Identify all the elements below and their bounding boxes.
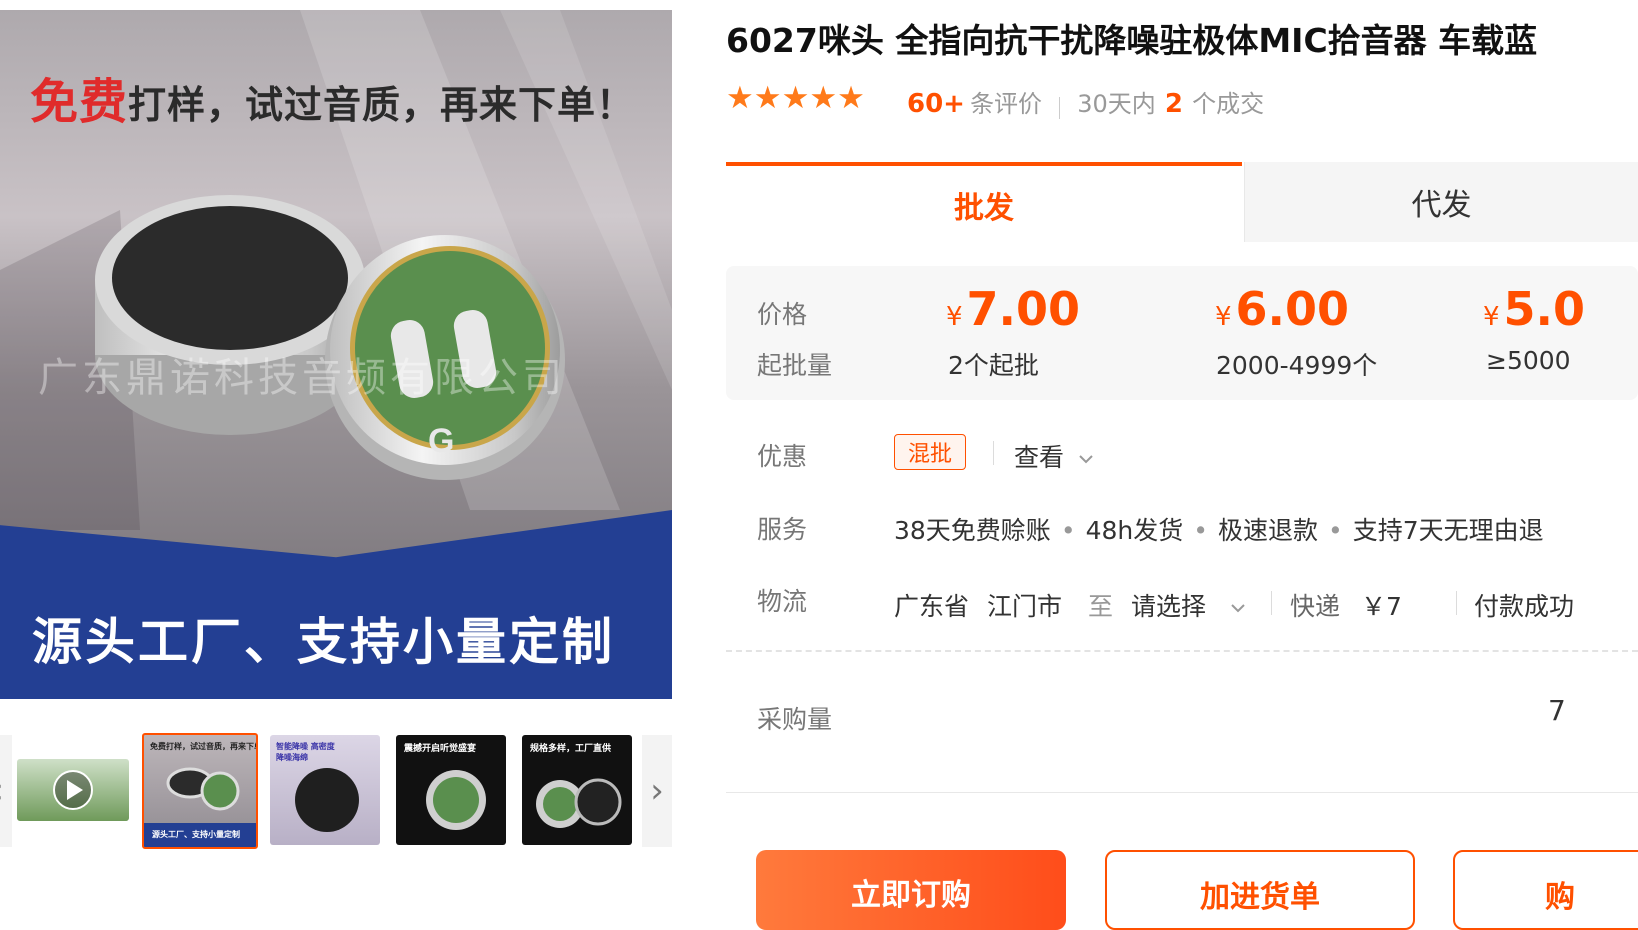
felt-cover xyxy=(112,206,348,350)
plus-marking: + xyxy=(465,305,485,343)
product-title: 6027咪头 全指向抗干扰降噪驻极体MIC拾音器 车载蓝 xyxy=(726,21,1538,60)
rating-stars-icon: ★★★★★ xyxy=(726,80,865,116)
thumb-3-top-text: 震撼开启听觉盛宴 xyxy=(404,744,477,754)
promo-view-text: 查看 xyxy=(1014,443,1065,472)
thumbnail-strip: ‹ 免费打样，试过音质，再来下单！ 源头工厂、支持小量定制 智能降噪 高密度降噪… xyxy=(0,733,672,849)
purchase-mode-tabs: 批发 代发 xyxy=(726,162,1638,244)
currency-symbol: ¥ xyxy=(946,302,963,332)
thumb-1-top-text: 免费打样，试过音质，再来下单！ xyxy=(150,742,258,751)
origin-province: 广东省 xyxy=(894,592,970,621)
tab-wholesale[interactable]: 批发 xyxy=(726,162,1242,244)
shipping-method: 快递 xyxy=(1290,592,1341,621)
destination-select[interactable]: 请选择 xyxy=(1131,587,1246,623)
purchase-qty-value[interactable]: 7 xyxy=(1548,694,1566,727)
currency-symbol: ¥ xyxy=(1483,302,1500,332)
third-action-button[interactable]: 购 xyxy=(1453,850,1638,930)
price-value: 6.00 xyxy=(1235,282,1350,336)
thumb-next-arrow-icon[interactable]: › xyxy=(642,735,672,847)
thumb-2-top-text: 智能降噪 高密度降噪海绵 xyxy=(276,742,335,762)
sales-suffix: 个成交 xyxy=(1192,90,1265,118)
promo-headline: 免费打样，试过音质，再来下单！ xyxy=(30,62,635,132)
price-label: 价格 xyxy=(757,300,808,329)
divider xyxy=(1271,591,1272,615)
price-value: 7.00 xyxy=(966,282,1081,336)
mixed-batch-tag: 混批 xyxy=(894,434,966,470)
purchase-qty-label: 采购量 xyxy=(757,705,833,734)
service-label: 服务 xyxy=(757,515,808,544)
service-item: 38天免费赊账 xyxy=(894,516,1051,545)
promo-view-link[interactable]: 查看 xyxy=(1014,438,1094,474)
play-icon xyxy=(53,770,93,810)
thumb-image-2[interactable]: 智能降噪 高密度降噪海绵 xyxy=(270,735,380,845)
thumb-image-4[interactable]: 规格多样，工厂直供 xyxy=(522,735,632,845)
buy-now-button[interactable]: 立即订购 xyxy=(756,850,1066,930)
qty-tier-2: 2000-4999个 xyxy=(1216,351,1378,380)
service-item: 极速退款 xyxy=(1217,516,1318,545)
thumb-1-bottom-text: 源头工厂、支持小量定制 xyxy=(152,830,240,839)
thumb-4-top-text: 规格多样，工厂直供 xyxy=(530,744,612,754)
thumb-video[interactable] xyxy=(17,759,129,821)
divider xyxy=(1059,96,1061,119)
service-item: 48h发货 xyxy=(1085,516,1184,545)
moq-label: 起批量 xyxy=(757,351,833,380)
sales-count: 2 xyxy=(1164,89,1183,119)
divider xyxy=(1456,591,1457,615)
to-text: 至 xyxy=(1087,592,1113,621)
section-divider xyxy=(726,792,1638,793)
price-tier-3: ¥5.0 xyxy=(1483,282,1585,336)
price-tier-1: ¥7.00 xyxy=(946,282,1080,336)
rating-suffix: 条评价 xyxy=(970,90,1043,118)
main-product-image[interactable]: 免费打样，试过音质，再来下单！ + G 广东鼎诺科技音频有限公司 源头工厂、支持… xyxy=(0,10,672,699)
price-value: 5.0 xyxy=(1503,282,1586,336)
promo-label: 优惠 xyxy=(757,442,808,471)
service-list: 38天免费赊账 • 48h发货 • 极速退款 • 支持7天无理由退 xyxy=(894,516,1544,545)
watermark-text: 广东鼎诺科技音频有限公司 xyxy=(38,355,566,401)
g-marking: G xyxy=(428,422,454,460)
add-to-cart-button[interactable]: 加进货单 xyxy=(1105,850,1415,930)
sales-prefix: 30天内 xyxy=(1077,90,1156,118)
section-divider xyxy=(726,650,1638,652)
rating-summary: 60+ 条评价 30天内 2 个成交 xyxy=(907,84,1264,119)
currency-symbol: ¥ xyxy=(1215,302,1232,332)
thumb-image-1[interactable]: 免费打样，试过音质，再来下单！ 源头工厂、支持小量定制 xyxy=(142,733,258,849)
logistics-label: 物流 xyxy=(757,587,808,616)
promo-rest-text: 打样，试过音质，再来下单！ xyxy=(128,83,636,127)
service-item: 支持7天无理由退 xyxy=(1352,516,1544,545)
rating-count[interactable]: 60+ xyxy=(907,89,965,119)
payment-note: 付款成功 xyxy=(1474,592,1575,621)
logistics-origin: 广东省 江门市 至 xyxy=(894,587,1113,623)
qty-tier-1: 2个起批 xyxy=(948,351,1039,380)
origin-city: 江门市 xyxy=(986,592,1062,621)
thumb-prev-arrow-icon[interactable]: ‹ xyxy=(0,735,12,847)
chevron-down-icon xyxy=(1079,455,1093,464)
qty-tier-3: ≥5000 xyxy=(1486,346,1571,375)
thumb-image-3[interactable]: 震撼开启听觉盛宴 xyxy=(396,735,506,845)
divider xyxy=(993,441,994,465)
chevron-down-icon xyxy=(1231,604,1245,613)
banner-text: 源头工厂、支持小量定制 xyxy=(32,613,615,671)
tab-dropship[interactable]: 代发 xyxy=(1244,162,1638,242)
price-tier-2: ¥6.00 xyxy=(1215,282,1349,336)
destination-value: 请选择 xyxy=(1131,592,1207,621)
promo-free-text: 免费 xyxy=(30,74,129,130)
shipping-fee: ￥7 xyxy=(1361,592,1402,621)
